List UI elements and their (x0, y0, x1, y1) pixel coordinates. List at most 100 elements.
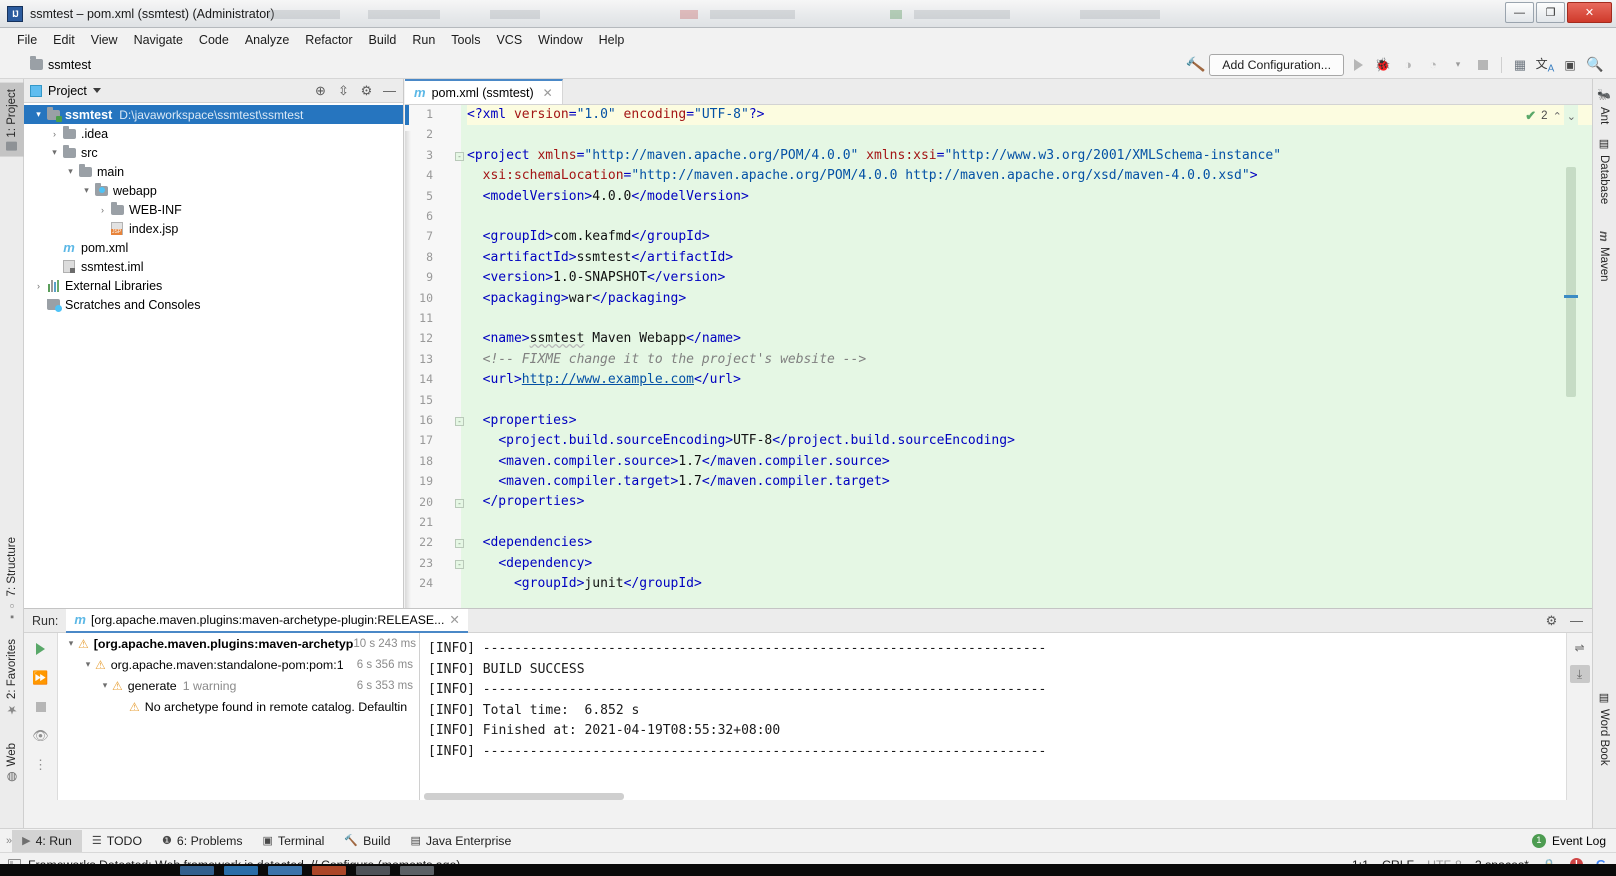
translate-icon[interactable]: 文A (1534, 54, 1556, 76)
tree-item-idea[interactable]: › .idea (24, 124, 403, 143)
taskbar-item[interactable] (224, 865, 258, 875)
chevron-down-icon[interactable]: ▾ (1447, 54, 1469, 76)
project-tree[interactable]: ▾ ssmtest D:\javaworkspace\ssmtest\ssmtest… (24, 103, 403, 314)
menu-refactor[interactable]: Refactor (297, 31, 360, 49)
sidebar-item-favorites[interactable]: ★ 2: Favorites (0, 633, 24, 723)
bottom-tab-java-enterprise[interactable]: ▤ Java Enterprise (400, 830, 521, 852)
add-configuration-button[interactable]: Add Configuration... (1209, 53, 1344, 76)
chevron-down-icon[interactable]: ▾ (32, 109, 45, 120)
run-tree[interactable]: ▾ ⚠ [org.apache.maven.plugins:maven-archet… (58, 633, 420, 800)
tree-item-external-libraries[interactable]: › External Libraries (24, 276, 403, 295)
chevron-down-icon[interactable]: ▾ (64, 166, 77, 177)
menu-navigate[interactable]: Navigate (126, 31, 191, 49)
preview-icon[interactable]: ▣ (1559, 54, 1581, 76)
scrollbar-thumb[interactable] (1566, 167, 1576, 397)
soft-wrap-icon[interactable]: ⇌ (1570, 639, 1590, 657)
chevron-down-icon[interactable]: ▾ (48, 147, 61, 158)
chevron-right-icon[interactable]: › (32, 281, 45, 291)
eye-icon[interactable]: 👁 (30, 726, 52, 746)
stop-icon[interactable] (1472, 54, 1494, 76)
settings-icon[interactable]: ⋮ (30, 755, 52, 775)
run-icon[interactable] (1347, 54, 1369, 76)
hide-icon[interactable]: — (382, 83, 397, 98)
debug-icon[interactable]: 🐞 (1372, 54, 1394, 76)
menu-view[interactable]: View (83, 31, 126, 49)
code-editor[interactable]: 1 2 3-4 5 6 7 8 9 10 11 12 13 14 15 16-17 18 19 20-21 22-2… (405, 105, 1592, 608)
bottom-tab-terminal[interactable]: ▣ Terminal (253, 830, 335, 852)
tree-item-web-inf[interactable]: › WEB-INF (24, 200, 403, 219)
run-tree-item[interactable]: ⚠ No archetype found in remote catalog. D… (58, 696, 419, 717)
sidebar-item-web[interactable]: ◍ Web (0, 737, 24, 790)
locate-target-icon[interactable]: ⊕ (313, 83, 328, 99)
menu-code[interactable]: Code (191, 31, 237, 49)
run-with-coverage-icon[interactable]: ◑ (1397, 54, 1419, 76)
sidebar-item-ant[interactable]: 🐜 Ant (1592, 83, 1616, 131)
tree-item-main[interactable]: ▾ main (24, 162, 403, 181)
rerun-icon[interactable] (30, 639, 52, 659)
gear-icon[interactable]: ⚙ (1544, 613, 1559, 629)
expand-more-icon[interactable]: » (0, 835, 12, 847)
project-panel-title-group[interactable]: Project (30, 84, 101, 98)
sidebar-item-maven[interactable]: m Maven (1592, 225, 1616, 287)
tab-pom-xml[interactable]: m pom.xml (ssmtest) ✕ (405, 79, 563, 104)
sidebar-item-word-book[interactable]: ▤ Word Book (1592, 685, 1616, 772)
menu-window[interactable]: Window (530, 31, 590, 49)
bottom-tab-6-problems[interactable]: ❶ 6: Problems (152, 830, 253, 852)
build-hammer-icon[interactable]: 🔨 (1184, 54, 1206, 76)
chevron-up-icon[interactable]: ⌃ (1553, 110, 1562, 123)
tree-item-pom-xml[interactable]: m pom.xml (24, 238, 403, 257)
inspection-widget[interactable]: ✔ 2 ⌃ ⌄ (1525, 108, 1576, 124)
sidebar-item-database[interactable]: ▤ Database (1592, 131, 1616, 210)
marker-scrollbar[interactable] (1564, 105, 1578, 608)
taskbar-item[interactable] (400, 865, 434, 875)
taskbar-item[interactable] (312, 865, 346, 875)
tree-item-webapp[interactable]: ▾ webapp (24, 181, 403, 200)
maximize-button[interactable]: ❐ (1536, 2, 1565, 23)
menu-file[interactable]: File (9, 31, 45, 49)
collapse-all-icon[interactable]: ⇳ (336, 83, 351, 99)
hide-icon[interactable]: — (1569, 613, 1584, 628)
project-structure-icon[interactable]: ▦ (1509, 54, 1531, 76)
run-tree-item[interactable]: ▾ ⚠ [org.apache.maven.plugins:maven-archet… (58, 633, 419, 654)
tree-item-scratches-and-consoles[interactable]: Scratches and Consoles (24, 295, 403, 314)
chevron-down-icon[interactable]: ▾ (98, 680, 112, 691)
menu-help[interactable]: Help (591, 31, 633, 49)
chevron-right-icon[interactable]: › (48, 129, 61, 139)
menu-run[interactable]: Run (404, 31, 443, 49)
tree-item-ssmtest-iml[interactable]: ssmtest.iml (24, 257, 403, 276)
chevron-down-icon[interactable]: ▾ (80, 185, 93, 196)
close-icon[interactable]: ✕ (543, 86, 553, 100)
tree-item-src[interactable]: ▾ src (24, 143, 403, 162)
console-output[interactable]: [INFO] ---------------------------------… (420, 633, 1592, 800)
stop-icon[interactable] (30, 697, 52, 717)
chevron-right-icon[interactable]: › (96, 205, 109, 215)
bottom-tab-todo[interactable]: ☰ TODO (82, 830, 152, 852)
bottom-tab-4-run[interactable]: ▶ 4: Run (12, 829, 82, 852)
close-icon[interactable]: ✕ (449, 613, 459, 627)
taskbar-item[interactable] (356, 865, 390, 875)
console-horizontal-scrollbar[interactable] (424, 793, 624, 800)
tree-item-index-jsp[interactable]: index.jsp (24, 219, 403, 238)
code-content[interactable]: <?xml version="1.0" encoding="UTF-8"?> <… (461, 105, 1592, 608)
scroll-to-end-icon[interactable]: ⤓ (1569, 665, 1590, 683)
chevron-down-icon[interactable]: ▾ (64, 638, 78, 649)
sidebar-item-structure[interactable]: ▪▫ 7: Structure (0, 531, 24, 628)
rerun-failed-icon[interactable]: ⏩ (30, 668, 52, 688)
minimize-button[interactable]: — (1505, 2, 1534, 23)
chevron-down-icon[interactable] (92, 88, 101, 93)
chevron-down-icon[interactable]: ▾ (81, 659, 95, 670)
sidebar-item-project[interactable]: 1: Project (0, 83, 24, 157)
bottom-tab-build[interactable]: 🔨 Build (334, 830, 400, 852)
run-session-tab[interactable]: m [org.apache.maven.plugins:maven-archet… (66, 608, 468, 633)
menu-tools[interactable]: Tools (443, 31, 488, 49)
profile-icon[interactable]: ◔ (1422, 54, 1444, 76)
search-icon[interactable]: 🔍 (1584, 54, 1606, 76)
run-tree-item[interactable]: ▾ ⚠ generate 1 warning 6 s 353 ms (58, 675, 419, 696)
tree-item-ssmtest[interactable]: ▾ ssmtest D:\javaworkspace\ssmtest\ssmtest (24, 105, 403, 124)
gear-icon[interactable]: ⚙ (359, 83, 374, 99)
editor-gutter[interactable]: 1 2 3-4 5 6 7 8 9 10 11 12 13 14 15 16-17 18 19 20-21 22-2… (405, 105, 464, 608)
taskbar-item[interactable] (180, 865, 214, 875)
menu-analyze[interactable]: Analyze (237, 31, 297, 49)
menu-vcs[interactable]: VCS (488, 31, 530, 49)
event-log-group[interactable]: 1 Event Log (1531, 833, 1616, 848)
